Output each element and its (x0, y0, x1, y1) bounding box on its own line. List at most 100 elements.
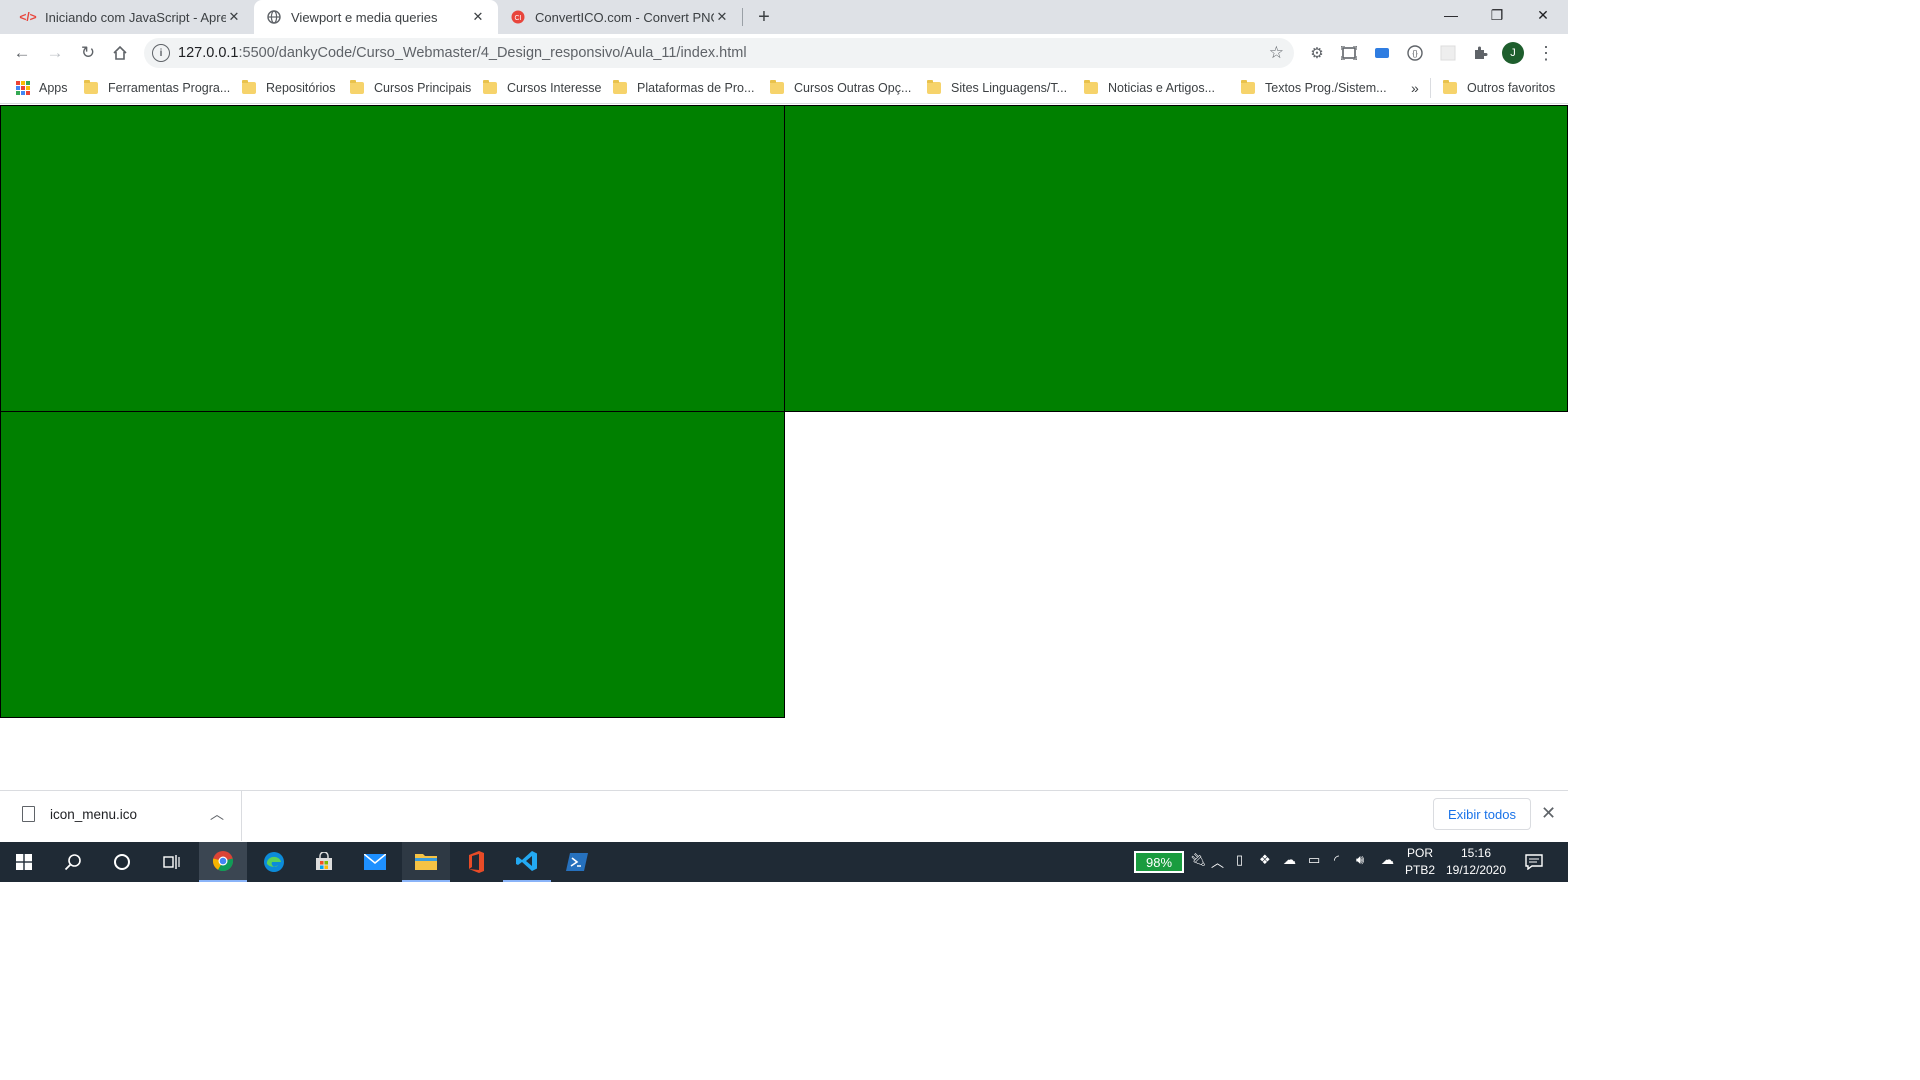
apps-grid-icon (16, 81, 30, 95)
tab-title: ConvertICO.com - Convert PNG t (535, 9, 714, 25)
bookmark-label: Outros favoritos (1467, 81, 1556, 95)
green-box (784, 105, 1568, 412)
bookmark-folder[interactable]: Sites Linguagens/T... (927, 78, 1067, 98)
bookmark-folder[interactable]: Noticias e Artigos... (1084, 78, 1215, 98)
bookmark-folder[interactable]: Textos Prog./Sistem... (1241, 78, 1387, 98)
battery-percentage[interactable]: 98% (1134, 851, 1184, 873)
close-tab-icon[interactable]: ✕ (226, 9, 242, 25)
folder-icon (927, 80, 941, 94)
chevron-up-icon[interactable]: ︿ (210, 804, 224, 824)
clock-date: 19/12/2020 (1445, 863, 1507, 877)
bookmarks-separator (1430, 78, 1431, 98)
new-tab-button[interactable]: + (752, 5, 776, 29)
store-taskbar-icon[interactable] (300, 842, 348, 882)
profile-avatar[interactable]: J (1502, 42, 1524, 64)
extension-screenshot-icon[interactable] (1338, 42, 1360, 64)
bookmark-other-favorites[interactable]: Outros favoritos (1443, 78, 1555, 98)
dropbox-icon[interactable]: ❖ (1259, 852, 1271, 868)
site-info-icon[interactable]: i (152, 44, 170, 62)
tab-converticons[interactable]: CI ConvertICO.com - Convert PNG t ✕ (498, 0, 742, 34)
clock[interactable]: 15:16 19/12/2020 (1442, 845, 1510, 879)
office-taskbar-icon[interactable] (452, 842, 500, 882)
tab-viewport-media-queries[interactable]: Viewport e media queries ✕ (254, 0, 498, 34)
converter-icon: CI (510, 9, 526, 25)
extension-code-icon[interactable]: {} (1404, 42, 1426, 64)
extension-blue-icon[interactable] (1371, 42, 1393, 64)
bookmark-folder[interactable]: Cursos Principais (350, 78, 471, 98)
chrome-taskbar-icon[interactable] (199, 842, 247, 882)
powershell-taskbar-icon[interactable] (553, 842, 601, 882)
task-view-icon[interactable] (147, 842, 195, 882)
bookmark-star-icon[interactable]: ☆ (1269, 43, 1284, 63)
language-code: POR (1406, 846, 1433, 860)
windows-taskbar: 98% 🔌︎ ︿ ▯ ❖ ☁ ▭ ◜ 🔊︎ ☁ POR PTB2 15:16 1… (0, 842, 1568, 882)
cortana-icon[interactable] (98, 842, 146, 882)
bookmarks-overflow-button[interactable]: » (1411, 78, 1419, 98)
device-icon[interactable]: ▯ (1236, 852, 1243, 868)
download-file-name[interactable]: icon_menu.ico (50, 807, 137, 822)
bookmark-label: Plataformas de Pro... (637, 81, 755, 95)
search-icon[interactable] (49, 842, 97, 882)
battery-icon[interactable]: ▭ (1308, 852, 1320, 868)
forward-button[interactable]: → (40, 38, 70, 68)
power-plug-icon[interactable]: 🔌︎ (1190, 852, 1207, 868)
windows-start-icon[interactable] (0, 842, 48, 882)
browser-toolbar: ← → ↻ i 127.0.0.1:5500/dankyCode/Curso_W… (0, 34, 1568, 72)
folder-icon (1443, 80, 1457, 94)
keyboard-layout: PTB2 (1404, 863, 1435, 877)
close-tab-icon[interactable]: ✕ (714, 9, 730, 25)
chevron-up-icon[interactable]: ︿ (1211, 852, 1224, 871)
bookmark-label: Repositórios (266, 81, 336, 95)
extensions-puzzle-icon[interactable] (1469, 42, 1491, 64)
extension-blank-icon[interactable] (1437, 42, 1459, 64)
page-viewport (0, 105, 1568, 790)
tab-iniciando-javascript[interactable]: </> Iniciando com JavaScript - Apres ✕ (8, 0, 254, 34)
bookmark-label: Apps (39, 81, 68, 95)
onedrive-cloud-icon[interactable]: ☁ (1283, 852, 1296, 868)
back-button[interactable]: ← (7, 38, 37, 68)
bookmark-folder[interactable]: Cursos Interesse (483, 78, 601, 98)
folder-icon (613, 80, 627, 94)
edge-taskbar-icon[interactable] (250, 842, 298, 882)
folder-icon (770, 80, 784, 94)
folder-icon (483, 80, 497, 94)
close-window-button[interactable]: ✕ (1520, 0, 1566, 30)
restore-button[interactable]: ❐ (1474, 0, 1520, 30)
tab-strip: </> Iniciando com JavaScript - Apres ✕ V… (0, 0, 1568, 34)
green-box (0, 105, 785, 412)
mail-taskbar-icon[interactable] (351, 842, 399, 882)
bookmark-folder[interactable]: Cursos Outras Opç... (770, 78, 911, 98)
bookmark-folder[interactable]: Plataformas de Pro... (613, 78, 754, 98)
folder-icon (1241, 80, 1255, 94)
reload-button[interactable]: ↻ (73, 38, 103, 68)
shelf-separator (241, 791, 242, 841)
folder-icon (242, 80, 256, 94)
file-icon (22, 806, 35, 822)
minimize-button[interactable]: — (1428, 0, 1474, 30)
svg-text:CI: CI (515, 15, 522, 22)
volume-icon[interactable]: 🔊︎ (1356, 852, 1364, 868)
bookmark-label: Sites Linguagens/T... (951, 81, 1068, 95)
bookmark-folder[interactable]: Ferramentas Progra... (84, 78, 230, 98)
clock-time: 15:16 (1460, 846, 1492, 860)
bookmark-apps[interactable]: Apps (16, 78, 68, 98)
vscode-taskbar-icon[interactable] (503, 842, 551, 882)
tab-title: Viewport e media queries (291, 9, 438, 25)
close-tab-icon[interactable]: ✕ (470, 9, 486, 25)
menu-kebab-icon[interactable]: ⋮ (1535, 42, 1557, 64)
home-button[interactable] (105, 38, 135, 68)
file-explorer-taskbar-icon[interactable] (402, 842, 450, 882)
show-all-downloads-button[interactable]: Exibir todos (1433, 798, 1531, 830)
folder-icon (350, 80, 364, 94)
wifi-icon[interactable]: ◜ (1334, 852, 1339, 868)
bookmark-label: Cursos Principais (374, 81, 472, 95)
extension-gear-icon[interactable]: ⚙ (1306, 42, 1328, 64)
folder-icon (1084, 80, 1098, 94)
address-url[interactable]: 127.0.0.1:5500/dankyCode/Curso_Webmaster… (178, 45, 747, 61)
address-bar[interactable]: i 127.0.0.1:5500/dankyCode/Curso_Webmast… (144, 38, 1294, 68)
bookmark-folder[interactable]: Repositórios (242, 78, 335, 98)
close-shelf-icon[interactable]: ✕ (1541, 803, 1556, 824)
cloud-upload-icon[interactable]: ☁ (1381, 852, 1394, 868)
language-indicator[interactable]: POR PTB2 (1400, 845, 1440, 879)
notifications-icon[interactable] (1512, 842, 1556, 882)
